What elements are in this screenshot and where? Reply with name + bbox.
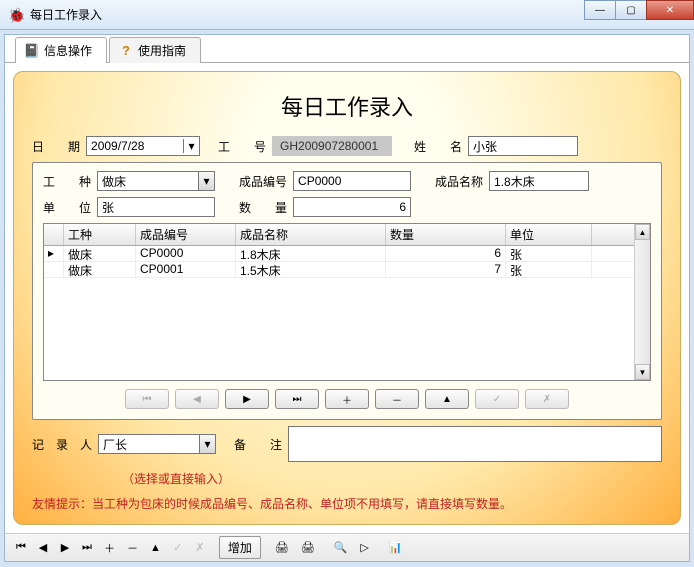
tb-prev-button[interactable]: ◀ xyxy=(33,537,53,559)
cell: 7 xyxy=(386,262,506,277)
cell: 1.8木床 xyxy=(236,246,386,261)
tb-add-button[interactable]: ＋ xyxy=(99,537,120,559)
tb-accept-button[interactable]: ✓ xyxy=(168,537,188,559)
col-selector xyxy=(44,224,64,245)
search-icon[interactable]: 🔍 xyxy=(329,537,353,559)
maximize-button[interactable]: ▢ xyxy=(615,0,647,20)
cell: CP0001 xyxy=(136,262,236,277)
date-input[interactable]: ▾ xyxy=(86,136,200,156)
cell: 6 xyxy=(386,246,506,261)
nav-delete-button[interactable]: － xyxy=(375,389,419,409)
nav-prev-button[interactable]: ◀ xyxy=(175,389,219,409)
nav-first-button[interactable]: ⏮ xyxy=(125,389,169,409)
notebook-icon: 📓 xyxy=(24,43,40,59)
col-header[interactable]: 数量 xyxy=(386,224,506,245)
cell: 张 xyxy=(506,246,592,261)
table-row[interactable]: ▸ 做床 CP0000 1.8木床 6 张 xyxy=(44,246,634,262)
label-prodcode: 成品编号 xyxy=(239,173,287,190)
tab-label: 使用指南 xyxy=(138,42,186,59)
cell: 做床 xyxy=(64,246,136,261)
label-qty: 数 量 xyxy=(239,199,287,216)
worktype-value: 做床 xyxy=(102,173,126,190)
tb-cancel-button[interactable]: ✗ xyxy=(190,537,210,559)
date-text[interactable] xyxy=(87,137,183,155)
export-icon[interactable]: 📊 xyxy=(384,537,408,559)
cell: 1.5木床 xyxy=(236,262,386,277)
cell: 张 xyxy=(506,262,592,277)
page-title: 每日工作录入 xyxy=(32,90,662,122)
tab-label: 信息操作 xyxy=(44,42,92,59)
label-workid: 工 号 xyxy=(218,138,266,155)
label-name: 姓 名 xyxy=(414,138,462,155)
col-header[interactable]: 工种 xyxy=(64,224,136,245)
play-icon[interactable]: ▷ xyxy=(355,537,375,559)
recorder-select[interactable]: 厂长 ▾ xyxy=(98,434,216,454)
scroll-down-icon[interactable]: ▼ xyxy=(635,364,650,380)
worktype-select[interactable]: 做床 ▾ xyxy=(97,171,215,191)
scroll-up-icon[interactable]: ▲ xyxy=(635,224,650,240)
col-header[interactable]: 成品名称 xyxy=(236,224,386,245)
nav-add-button[interactable]: ＋ xyxy=(325,389,369,409)
chevron-down-icon[interactable]: ▾ xyxy=(199,435,215,453)
tb-edit-button[interactable]: ▲ xyxy=(145,537,166,559)
recorder-value: 厂长 xyxy=(103,436,127,453)
table-row[interactable]: 做床 CP0001 1.5木床 7 张 xyxy=(44,262,634,278)
nav-accept-button[interactable]: ✓ xyxy=(475,389,519,409)
label-prodname: 成品名称 xyxy=(435,173,483,190)
label-date: 日 期 xyxy=(32,138,80,155)
print-preview-icon[interactable]: 🖨 xyxy=(296,537,320,559)
label-worktype: 工 种 xyxy=(43,173,91,190)
qty-input[interactable] xyxy=(293,197,411,217)
print-icon[interactable]: 🖨 xyxy=(270,537,294,559)
data-grid[interactable]: 工种 成品编号 成品名称 数量 单位 ▸ 做床 CP0000 1.8木床 xyxy=(43,223,651,381)
row-indicator-icon xyxy=(44,262,64,277)
prodname-input[interactable] xyxy=(489,171,589,191)
label-unit: 单 位 xyxy=(43,199,91,216)
prodcode-input[interactable] xyxy=(293,171,411,191)
workid-value: GH200907280001 xyxy=(272,136,392,156)
close-button[interactable]: ✕ xyxy=(646,0,694,20)
window-title: 每日工作录入 xyxy=(30,6,102,23)
date-dropdown-icon[interactable]: ▾ xyxy=(183,139,199,153)
app-icon: 🐞 xyxy=(8,7,24,23)
remark-input[interactable] xyxy=(288,426,662,462)
col-header[interactable]: 单位 xyxy=(506,224,592,245)
cell: CP0000 xyxy=(136,246,236,261)
name-input[interactable] xyxy=(468,136,578,156)
tb-delete-button[interactable]: － xyxy=(122,537,143,559)
minimize-button[interactable]: — xyxy=(584,0,616,20)
tab-guide[interactable]: ? 使用指南 xyxy=(109,37,201,63)
unit-input[interactable] xyxy=(97,197,215,217)
label-recorder: 记 录 人 xyxy=(32,436,92,453)
scrollbar[interactable]: ▲ ▼ xyxy=(634,224,650,380)
cell: 做床 xyxy=(64,262,136,277)
tb-last-button[interactable]: ⏭ xyxy=(77,537,97,559)
recorder-hint: （选择或直接输入） xyxy=(122,470,662,487)
nav-cancel-button[interactable]: ✗ xyxy=(525,389,569,409)
col-header[interactable]: 成品编号 xyxy=(136,224,236,245)
nav-next-button[interactable]: ▶ xyxy=(225,389,269,409)
tb-next-button[interactable]: ▶ xyxy=(55,537,75,559)
friendly-hint: 友情提示：当工种为包床的时候成品编号、成品名称、单位项不用填写，请直接填写数量。 xyxy=(32,495,662,512)
chevron-down-icon[interactable]: ▾ xyxy=(198,172,214,190)
help-icon: ? xyxy=(118,43,134,59)
tab-info[interactable]: 📓 信息操作 xyxy=(15,37,107,63)
nav-edit-button[interactable]: ▲ xyxy=(425,389,469,409)
label-remark: 备 注 xyxy=(234,436,282,453)
nav-last-button[interactable]: ⏭ xyxy=(275,389,319,409)
tb-first-button[interactable]: ⏮ xyxy=(11,537,31,559)
row-indicator-icon: ▸ xyxy=(44,246,64,261)
tb-addnew-button[interactable]: 增加 xyxy=(219,536,261,559)
